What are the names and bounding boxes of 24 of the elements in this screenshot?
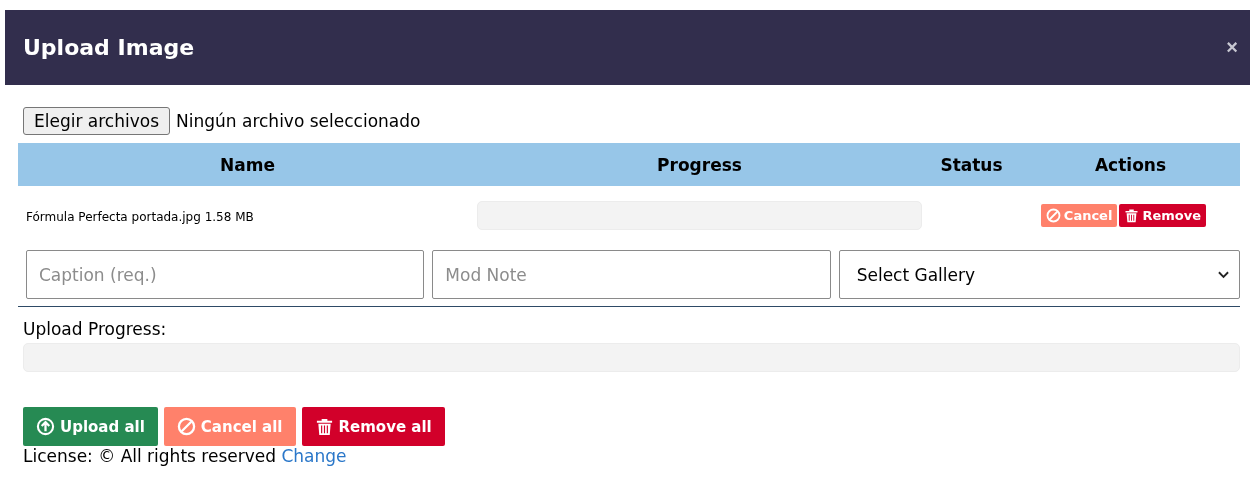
- column-header: Actions: [1094, 154, 1167, 175]
- trash-icon: [1124, 207, 1140, 223]
- dialog-title: Upload Image: [23, 35, 195, 60]
- change-link[interactable]: Change: [281, 446, 347, 466]
- remove-all-button[interactable]: Remove all: [301, 407, 445, 446]
- text-field[interactable]: Mod Note: [432, 250, 831, 299]
- upload-all-button[interactable]: Upload all: [23, 407, 158, 446]
- license-text: License: © All rights reserved: [23, 446, 276, 466]
- gallery-dropdown[interactable]: Select Gallery: [838, 250, 1240, 299]
- column-header: Name: [220, 154, 275, 175]
- trash-icon: [314, 417, 334, 436]
- column-header: Progress: [657, 154, 742, 175]
- choose-files-button[interactable]: Elegir archivos: [23, 107, 171, 135]
- remove-button[interactable]: Remove: [1119, 203, 1206, 227]
- upload-progress-label: Upload Progress:: [23, 319, 168, 339]
- column-header: Status: [940, 154, 1003, 175]
- file-name: Fórmula Perfecta portada.jpg 1.58 MB: [25, 209, 254, 224]
- upload-circle-icon: [36, 417, 55, 436]
- chevron-down-icon: [1218, 270, 1229, 279]
- text-field[interactable]: Caption (req.): [26, 250, 425, 299]
- file-status-text: Ningún archivo seleccionado: [176, 111, 421, 131]
- prohibited-icon: [176, 417, 196, 436]
- prohibited-icon: [1045, 207, 1061, 223]
- close-button[interactable]: ×: [1222, 34, 1242, 61]
